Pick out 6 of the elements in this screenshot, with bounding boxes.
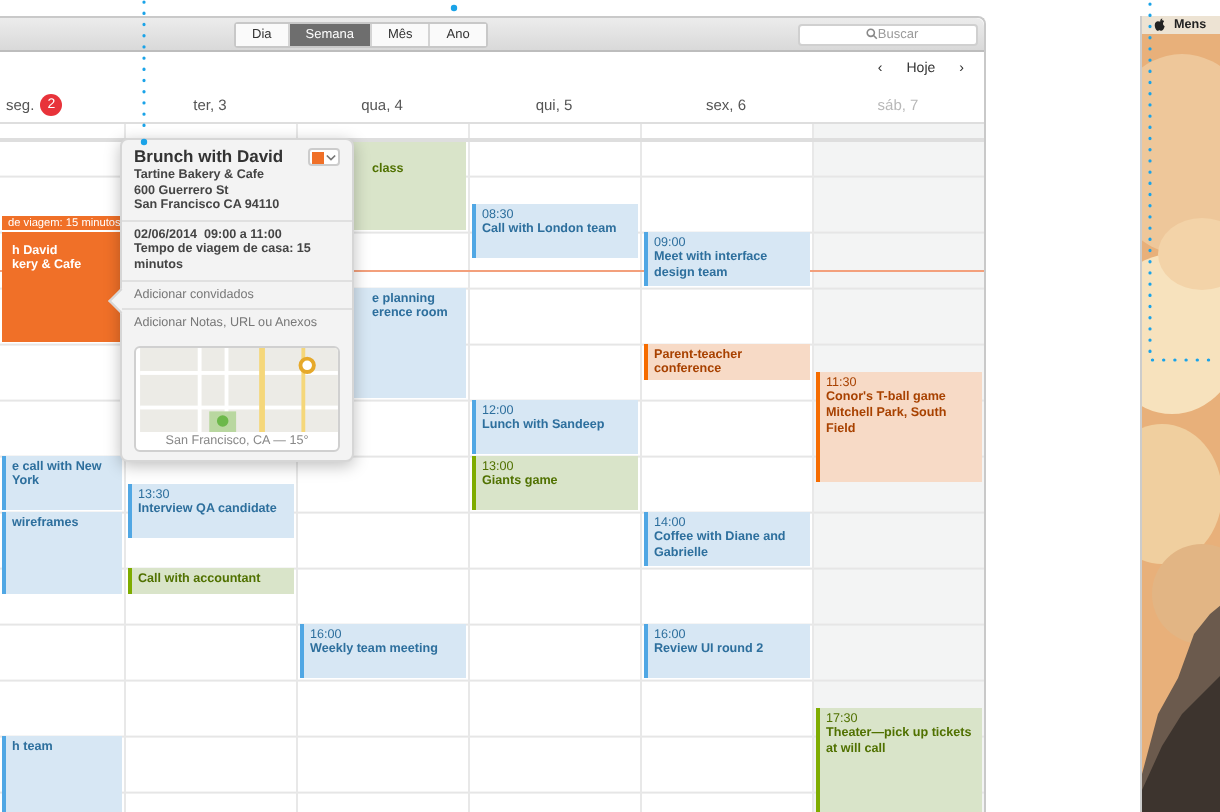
- popover-title: Brunch with David: [134, 146, 284, 168]
- apple-icon: [1154, 18, 1166, 32]
- search-icon: [866, 28, 878, 40]
- guide-dot: [450, 4, 458, 12]
- calendar-color-picker[interactable]: [308, 148, 340, 166]
- caret-icon: [326, 153, 336, 161]
